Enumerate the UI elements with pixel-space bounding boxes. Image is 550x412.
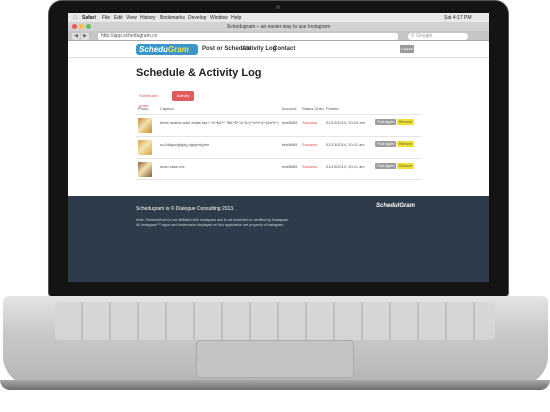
col-header-account: Account [282,106,297,111]
remove-button[interactable]: Remove [397,119,414,125]
menu-window[interactable]: Window [210,15,228,21]
photo-thumbnail[interactable] [138,118,152,133]
photo-thumbnail[interactable] [138,140,152,155]
photo-thumbnail[interactable] [138,162,152,177]
page-title: Schedule & Activity Log [136,67,262,79]
row-caption: uu2ddgsdgfgdg dgfgrrdghm [160,142,210,147]
site-footer: Schedugram is © Dialogue Consulting 2013… [68,196,489,282]
menu-file[interactable]: File [102,15,110,21]
menubar-clock: Sat 4:17 PM [444,15,472,21]
table-row: uu2ddgsdgfgdg dgfgrrdghm test8685 Succes… [136,136,421,158]
row-caption: #can sass ms [160,164,185,169]
mac-menubar:  Safari File Edit View History Bookmark… [68,13,489,22]
footer-disclaimer: Note: SchedulGram is not affiliated with… [136,218,356,228]
table-row: #can sass ms test8685 Success 01/13/2014… [136,158,421,180]
url-bar[interactable]: http://app.schedugram.co [98,33,398,40]
menu-help[interactable]: Help [231,15,241,21]
status-badge: Success [302,164,318,169]
search-icon: ⚲ [411,33,415,39]
menu-app[interactable]: Safari [82,15,96,21]
search-input[interactable]: ⚲ Google [408,33,468,40]
remove-button[interactable]: Remove [397,163,414,169]
menu-history[interactable]: History [140,15,156,21]
col-header-status: Status Child [302,106,324,111]
forward-icon[interactable]: ▶ [81,33,89,40]
browser-titlebar: Schedugram – an easier way to use Instag… [68,22,489,31]
post-again-button[interactable]: Post again [375,119,396,125]
menu-edit[interactable]: Edit [114,15,123,21]
post-again-button[interactable]: Post again [375,141,396,147]
remove-button[interactable]: Remove [397,141,414,147]
browser-toolbar: ◀ ▶ http://app.schedugram.co ⚲ Google [68,31,489,41]
trackpad [196,340,354,378]
app-navbar: ScheduGram Post or Schedule Activity Log… [68,41,489,58]
nav-activity-log[interactable]: Activity Log [242,46,276,52]
laptop-base-front [0,380,550,390]
browser-title: Schedugram – an easier way to use Instag… [226,24,331,30]
row-posted: 01/13/2014, 20:04 am [326,120,365,125]
row-posted: 01/13/2014, 20:11 am [326,142,365,147]
tab-scheduled-posts[interactable]: Scheduled posts [136,91,170,108]
row-caption: #test asdfas adsf asfas fas f *&^$&** ^$… [160,120,279,125]
logo-text-pre: Schedu [139,45,168,54]
logout-button[interactable]: Logout [400,45,414,53]
table-row: #test asdfas adsf asfas fas f *&^$&** ^$… [136,114,421,136]
back-icon[interactable]: ◀ [72,33,80,40]
row-account: test8685 [282,142,298,147]
screen:  Safari File Edit View History Bookmark… [68,13,489,282]
menu-bookmarks[interactable]: Bookmarks [160,15,185,21]
row-posted: 01/13/2014, 20:11 am [326,164,365,169]
apple-icon[interactable]:  [73,15,77,21]
post-again-button[interactable]: Post again [375,163,396,169]
nav-contact[interactable]: Contact [273,46,295,52]
col-header-caption: Caption [160,106,174,111]
menu-develop[interactable]: Develop [188,15,206,21]
status-badge: Success [302,142,318,147]
footer-logo: SchedulGram [376,203,416,209]
row-account: test8685 [282,164,298,169]
col-header-posted: Posted [326,106,339,111]
status-badge: Success [302,120,318,125]
row-account: test8685 [282,120,298,125]
keyboard [55,302,495,340]
search-placeholder: Google [416,33,433,39]
footer-disclaimer-line2: All Instagram™ logos and trademarks disp… [136,223,285,227]
tab-activity[interactable]: Activity [172,91,194,101]
camera-icon [276,5,280,9]
footer-copyright: Schedugram is © Dialogue Consulting 2013… [136,206,235,212]
menu-view[interactable]: View [126,15,137,21]
col-header-photo: Photo [138,106,149,111]
schedugram-logo[interactable]: ScheduGram [136,44,198,55]
logo-text-post: Gram [167,45,189,54]
